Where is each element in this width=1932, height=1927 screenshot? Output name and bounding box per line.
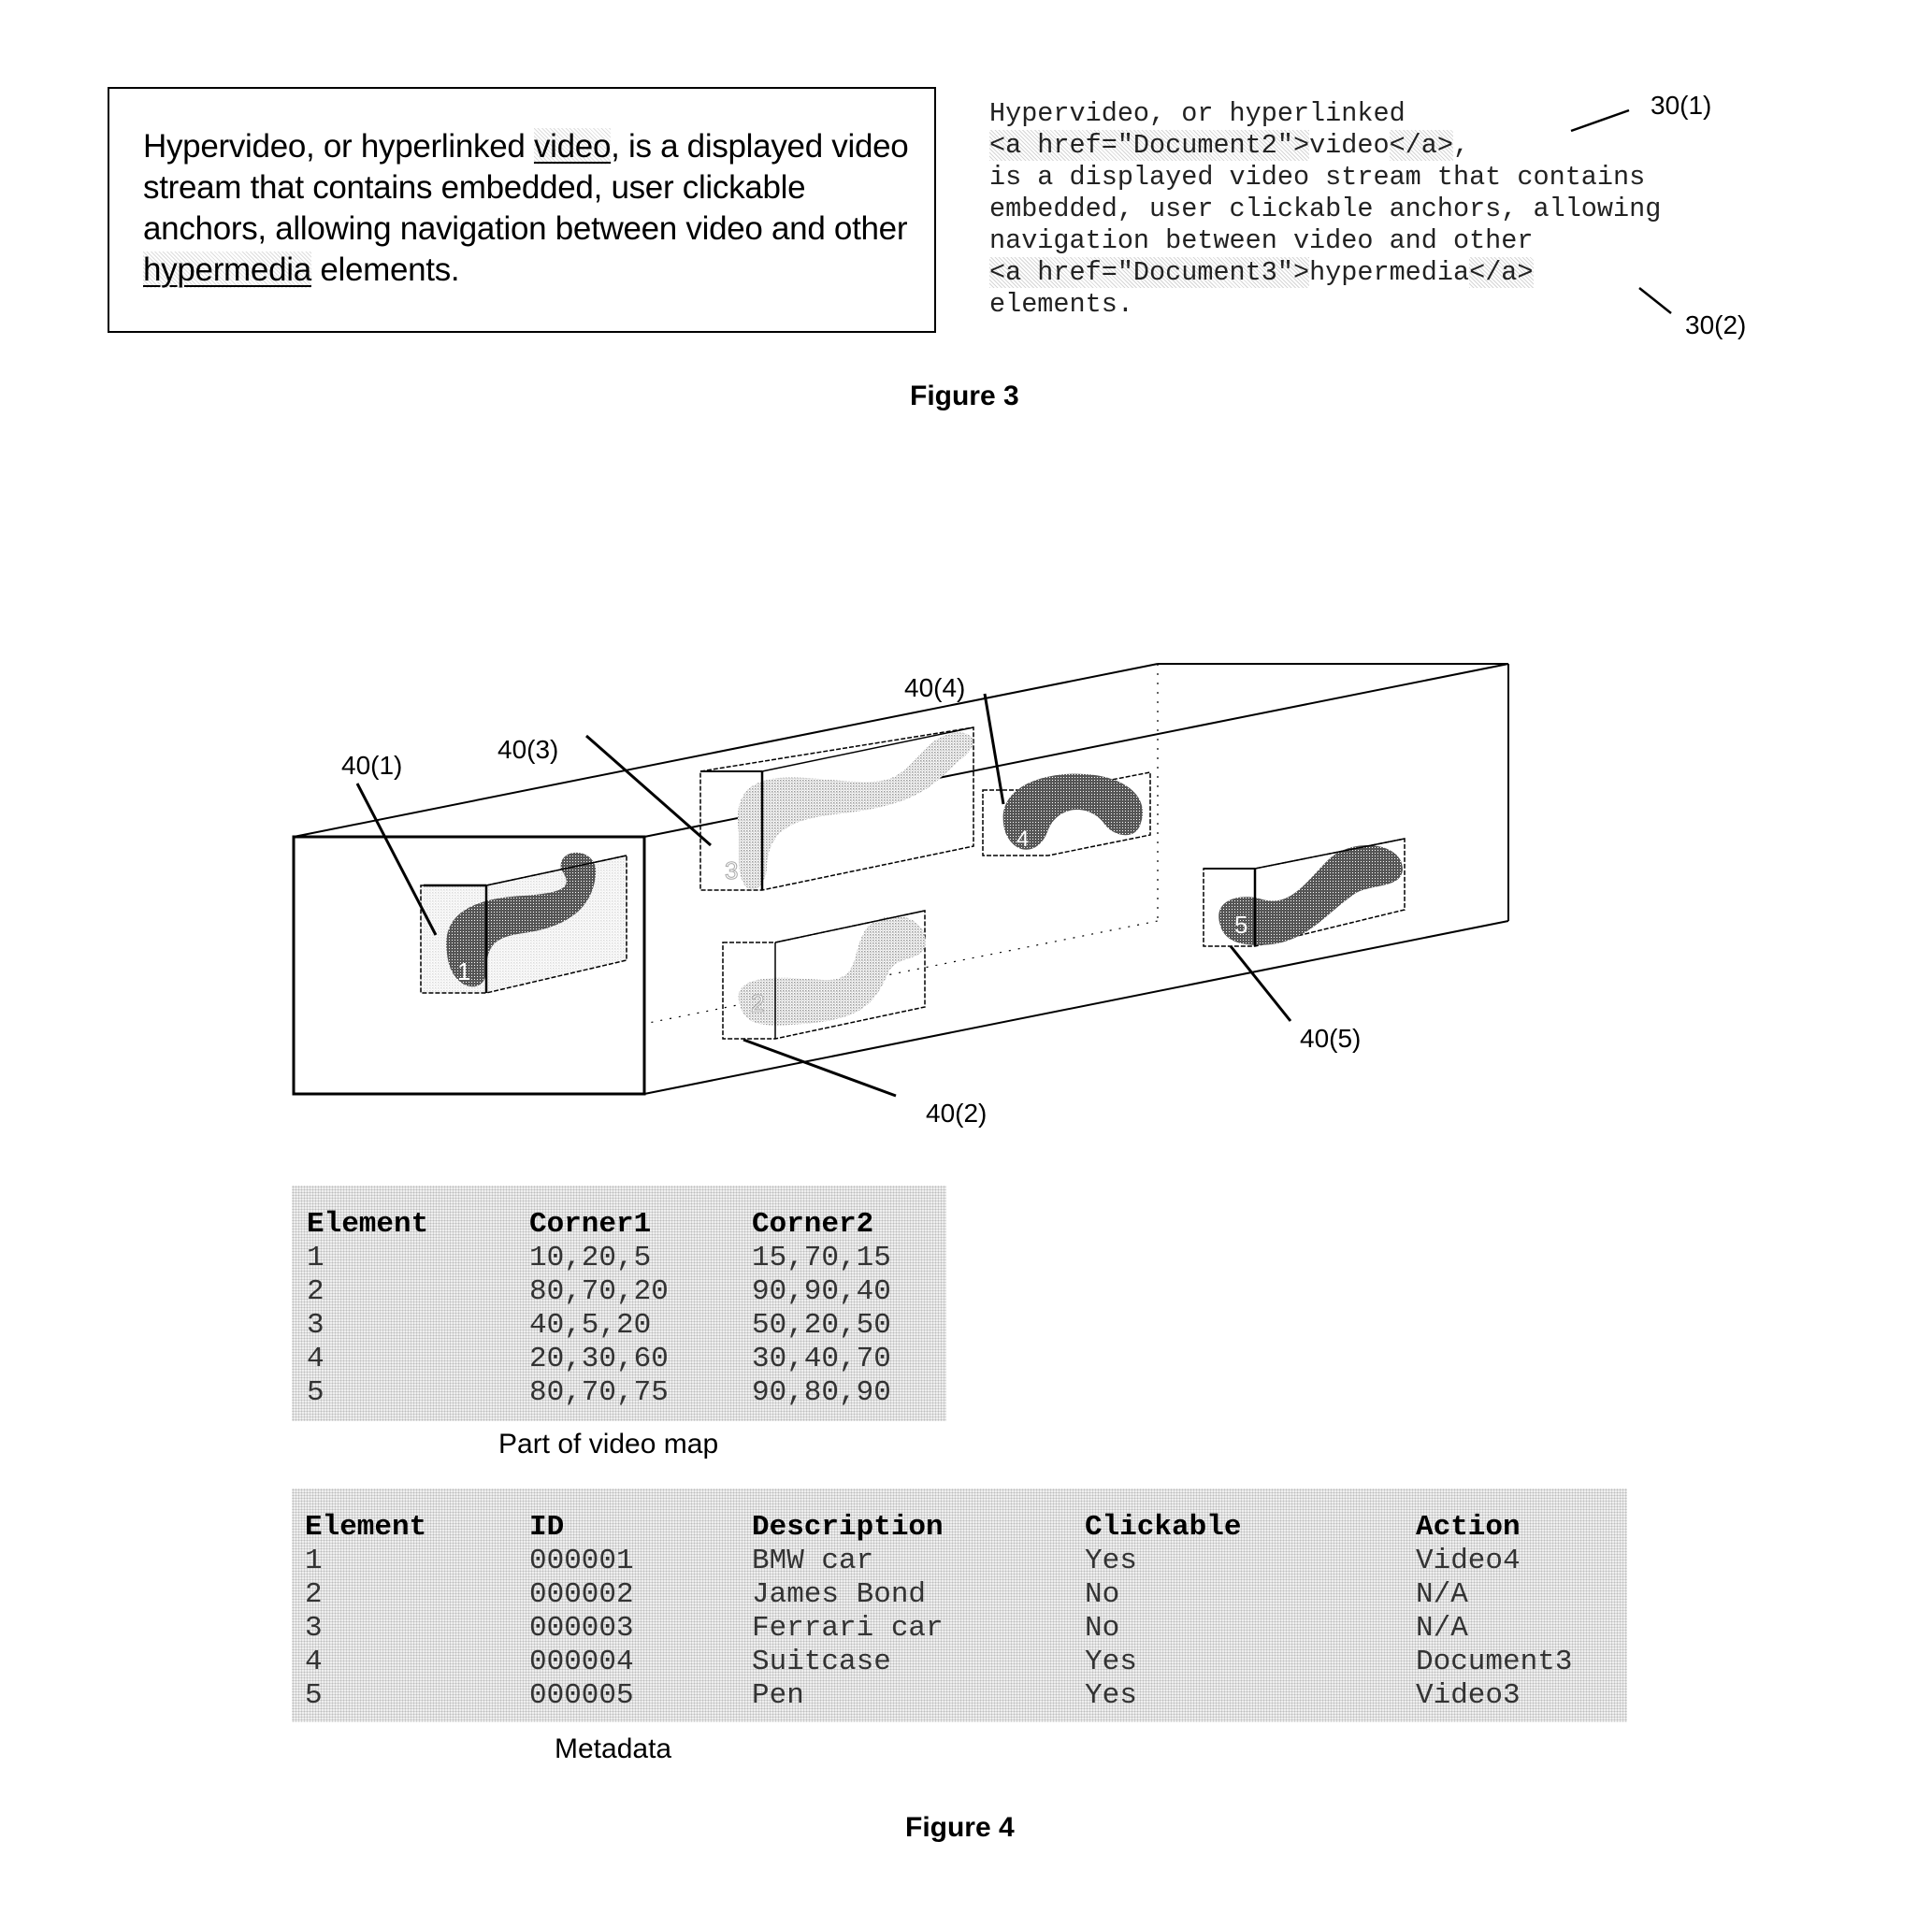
column-header: ID (529, 1511, 565, 1544)
column-header: Corner1 (529, 1208, 652, 1241)
table-cell: 000005 (529, 1679, 634, 1712)
metadata-table: Element ID Description Clickable Action 1 0000… (292, 1488, 1627, 1722)
column-header: Clickable (1085, 1511, 1242, 1544)
table-cell: Pen (752, 1679, 804, 1712)
object-3-shape (737, 732, 973, 890)
video-map-table: Element Corner1 Corner2 1 10,20,5 15,70,15 2 80… (292, 1186, 946, 1421)
ref-label-40-4: 40(4) (904, 673, 965, 702)
table-cell: 50,20,50 (752, 1309, 891, 1342)
table-cell: 3 (307, 1309, 324, 1342)
object-2-shape (738, 915, 926, 1026)
table-cell: 5 (307, 1376, 324, 1409)
table-cell: 10,20,5 (529, 1242, 652, 1274)
leader-line-40-4 (983, 693, 1005, 805)
table-cell: James Bond (752, 1578, 927, 1611)
table-cell: 90,90,40 (752, 1275, 891, 1308)
table-cell: 80,70,75 (529, 1376, 669, 1409)
table-cell: No (1085, 1578, 1120, 1611)
table-cell: 4 (305, 1646, 323, 1678)
video-map-caption: Part of video map (498, 1429, 719, 1460)
object-3-bounding-box[interactable]: 3 (699, 726, 974, 891)
column-header: Action (1416, 1511, 1521, 1544)
ref-label-40-1: 40(1) (341, 751, 402, 780)
table-cell: 1 (305, 1545, 323, 1577)
object-2-number: 2 (751, 989, 764, 1017)
video-volume-diagram: 3 4 1 2 5 40(1) 40(3) 40(4) 40(2) 40(5) (292, 663, 1509, 1128)
object-3-number: 3 (725, 856, 738, 884)
table-cell: 2 (305, 1578, 323, 1611)
table-cell: 2 (307, 1275, 324, 1308)
table-cell: 80,70,20 (529, 1275, 669, 1308)
object-2-bounding-box[interactable]: 2 (722, 910, 926, 1040)
table-cell: N/A (1416, 1612, 1468, 1645)
table-cell: 000004 (529, 1646, 634, 1678)
figure4-caption: Figure 4 (905, 1812, 1015, 1843)
table-cell: 000002 (529, 1578, 634, 1611)
leader-line-40-3 (585, 734, 712, 847)
table-cell: Ferrari car (752, 1612, 944, 1645)
table-cell: 000001 (529, 1545, 634, 1577)
table-cell: Document3 (1416, 1646, 1573, 1678)
table-cell: Video4 (1416, 1545, 1521, 1577)
table-cell: 15,70,15 (752, 1242, 891, 1274)
ref-label-40-5: 40(5) (1300, 1024, 1361, 1053)
leader-line-40-5 (1229, 945, 1292, 1022)
object-4-bounding-box[interactable]: 4 (982, 771, 1151, 856)
table-cell: 30,40,70 (752, 1343, 891, 1375)
table-cell: Yes (1085, 1646, 1137, 1678)
metadata-caption: Metadata (555, 1733, 672, 1764)
table-cell: 1 (307, 1242, 324, 1274)
object-1-number: 1 (457, 957, 470, 985)
object-5-bounding-box[interactable]: 5 (1203, 838, 1406, 947)
table-cell: No (1085, 1612, 1120, 1645)
table-cell: BMW car (752, 1545, 874, 1577)
table-cell: Yes (1085, 1679, 1137, 1712)
table-cell: 90,80,90 (752, 1376, 891, 1409)
object-5-number: 5 (1234, 911, 1247, 939)
table-cell: 40,5,20 (529, 1309, 652, 1342)
table-cell: 20,30,60 (529, 1343, 669, 1375)
table-cell: 000003 (529, 1612, 634, 1645)
table-cell: 3 (305, 1612, 323, 1645)
table-cell: Video3 (1416, 1679, 1521, 1712)
ref-label-40-3: 40(3) (497, 735, 558, 764)
column-header: Element (307, 1208, 429, 1241)
object-4-number: 4 (1016, 827, 1029, 852)
table-cell: 4 (307, 1343, 324, 1375)
column-header: Description (752, 1511, 944, 1544)
table-cell: Suitcase (752, 1646, 891, 1678)
ref-label-40-2: 40(2) (926, 1099, 987, 1128)
table-cell: Yes (1085, 1545, 1137, 1577)
column-header: Element (305, 1511, 427, 1544)
table-cell: 5 (305, 1679, 323, 1712)
table-cell: N/A (1416, 1578, 1468, 1611)
column-header: Corner2 (752, 1208, 874, 1241)
